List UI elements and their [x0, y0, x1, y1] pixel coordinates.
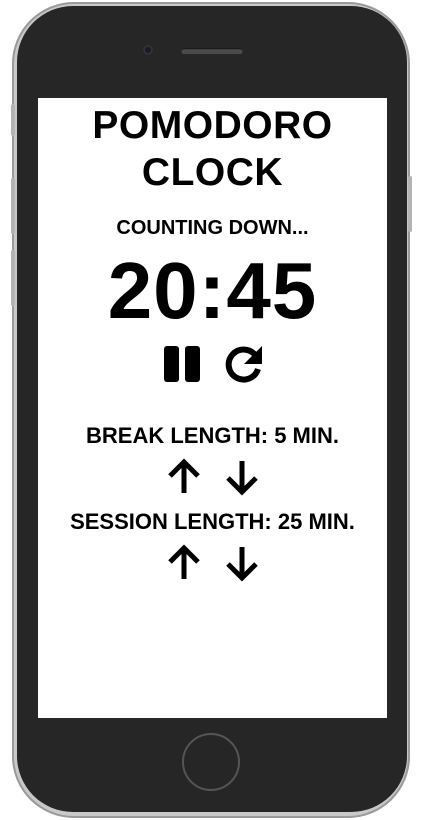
- arrow-up-icon: [167, 544, 200, 579]
- side-button-mute: [11, 104, 15, 136]
- session-length-controls: [38, 541, 387, 585]
- timer-status: COUNTING DOWN...: [116, 217, 309, 239]
- side-button-volume-up: [11, 178, 15, 234]
- break-length-label: BREAK LENGTH: 5 MIN.: [86, 423, 339, 448]
- reset-button[interactable]: [222, 342, 266, 386]
- page-title: POMODORO CLOCK: [38, 102, 387, 196]
- timer-display: 20:45: [107, 246, 318, 335]
- pause-icon: [163, 346, 200, 382]
- break-increment-button[interactable]: [163, 456, 205, 498]
- session-decrement-button[interactable]: [221, 542, 263, 584]
- pause-button[interactable]: [160, 342, 204, 386]
- session-increment-button[interactable]: [163, 542, 205, 584]
- break-length-controls: [38, 455, 387, 499]
- session-length-label: SESSION LENGTH: 25 MIN.: [70, 509, 355, 534]
- front-camera: [143, 45, 153, 55]
- app-screen: POMODORO CLOCK COUNTING DOWN... 20:45 BR…: [38, 98, 387, 718]
- title-line-1: POMODORO: [92, 104, 333, 147]
- break-decrement-button[interactable]: [221, 456, 263, 498]
- arrow-down-icon: [225, 547, 258, 582]
- timer-controls: [38, 341, 387, 387]
- side-button-volume-down: [11, 250, 15, 306]
- reset-icon: [225, 346, 262, 383]
- home-button[interactable]: [182, 733, 240, 791]
- title-line-2: CLOCK: [141, 151, 284, 194]
- earpiece-speaker: [181, 48, 243, 54]
- side-button-power: [408, 176, 412, 232]
- arrow-down-icon: [225, 461, 258, 496]
- arrow-up-icon: [167, 458, 200, 493]
- device-mockup: POMODORO CLOCK COUNTING DOWN... 20:45 BR…: [0, 0, 424, 820]
